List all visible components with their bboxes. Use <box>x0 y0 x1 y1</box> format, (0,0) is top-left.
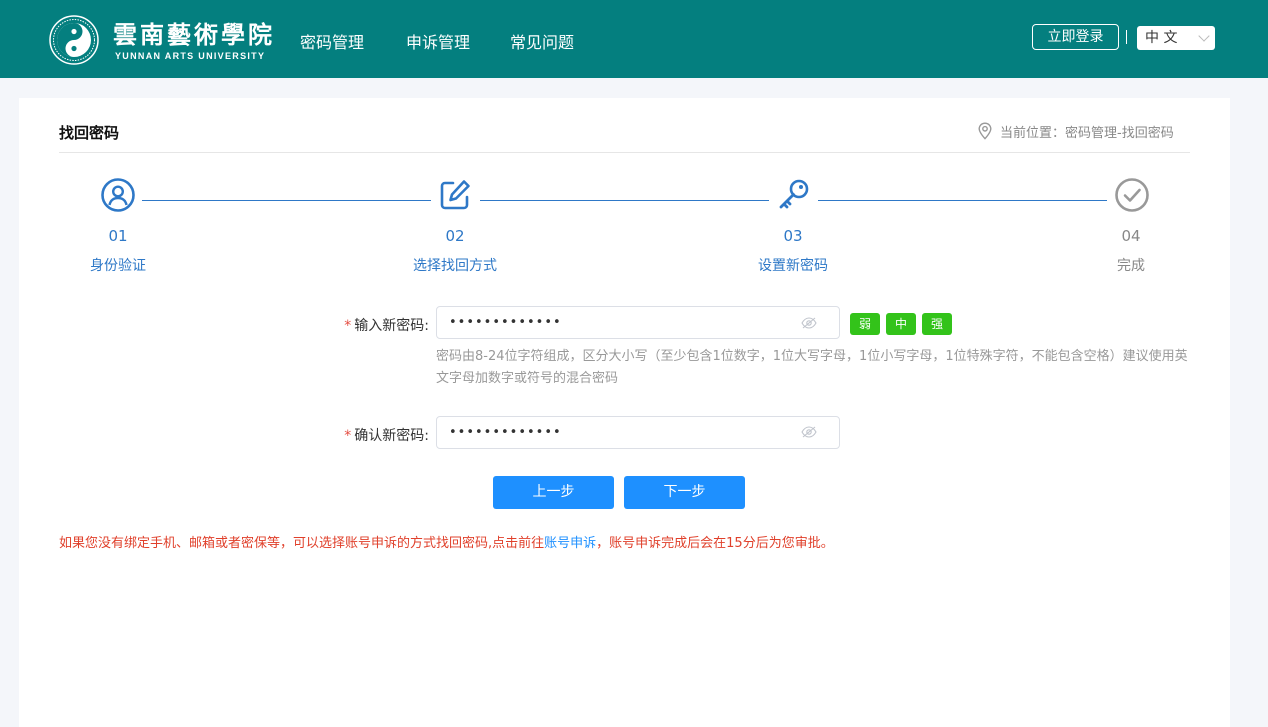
next-step-button[interactable]: 下一步 <box>624 476 745 509</box>
eye-off-icon[interactable] <box>801 426 817 438</box>
step-connector <box>142 200 431 201</box>
edit-icon <box>440 180 470 210</box>
strength-weak-badge: 弱 <box>850 313 880 335</box>
confirm-password-label: * 确认新密码: <box>334 425 429 445</box>
new-password-label-text: 输入新密码: <box>354 318 429 334</box>
step-label: 选择找回方式 <box>413 258 497 274</box>
strength-strong-badge: 强 <box>922 313 952 335</box>
breadcrumb: 当前位置：密码管理-找回密码 <box>1000 126 1174 141</box>
account-appeal-link[interactable]: 账号申诉 <box>544 536 596 551</box>
notice-text-after: ，账号申诉完成后会在15分后为您审批。 <box>596 536 834 551</box>
login-button[interactable]: 立即登录 <box>1032 24 1119 50</box>
new-password-label: * 输入新密码: <box>334 315 429 335</box>
location-pin-icon <box>978 122 992 140</box>
step-label: 完成 <box>1117 258 1145 274</box>
step-label: 身份验证 <box>90 258 146 274</box>
required-mark: * <box>344 428 352 444</box>
step-connector <box>818 200 1107 201</box>
eye-off-icon[interactable] <box>801 317 817 329</box>
confirm-password-input[interactable] <box>436 416 840 449</box>
chevron-down-icon <box>1198 30 1210 42</box>
confirm-password-label-text: 确认新密码: <box>354 428 429 444</box>
required-mark: * <box>344 318 352 334</box>
check-circle-icon <box>1115 178 1149 212</box>
notice-text-before: 如果您没有绑定手机、邮箱或者密保等，可以选择账号申诉的方式找回密码,点击前往 <box>59 536 545 551</box>
step-number: 02 <box>445 227 465 245</box>
nav-appeal-management[interactable]: 申诉管理 <box>406 29 470 53</box>
main-card <box>19 98 1230 727</box>
nav-password-management[interactable]: 密码管理 <box>300 29 364 53</box>
user-icon <box>101 178 135 212</box>
page-title: 找回密码 <box>59 124 120 142</box>
header-divider <box>1126 30 1127 44</box>
step-number: 03 <box>783 227 803 245</box>
prev-step-button[interactable]: 上一步 <box>493 476 614 509</box>
step-number: 04 <box>1121 227 1141 245</box>
appeal-notice: 如果您没有绑定手机、邮箱或者密保等，可以选择账号申诉的方式找回密码,点击前往账号… <box>59 532 834 551</box>
nav-faq[interactable]: 常见问题 <box>510 29 574 53</box>
password-hint: 密码由8-24位字符组成，区分大小写（至少包含1位数字，1位大写字母，1位小写字… <box>436 349 1188 386</box>
logo-english-name: YUNNAN ARTS UNIVERSITY <box>115 51 266 61</box>
university-logo-icon <box>49 15 99 65</box>
new-password-input[interactable] <box>436 306 840 339</box>
key-icon <box>779 179 809 209</box>
title-divider <box>59 152 1190 153</box>
strength-medium-badge: 中 <box>886 313 916 335</box>
step-label: 设置新密码 <box>758 258 828 274</box>
language-select[interactable]: 中 文 <box>1137 26 1215 50</box>
top-header: 雲南藝術學院 YUNNAN ARTS UNIVERSITY 密码管理 申诉管理 … <box>0 0 1268 78</box>
step-number: 01 <box>108 227 128 245</box>
step-connector <box>480 200 769 201</box>
logo-chinese-name: 雲南藝術學院 <box>113 20 275 49</box>
language-value: 中 文 <box>1145 30 1178 46</box>
